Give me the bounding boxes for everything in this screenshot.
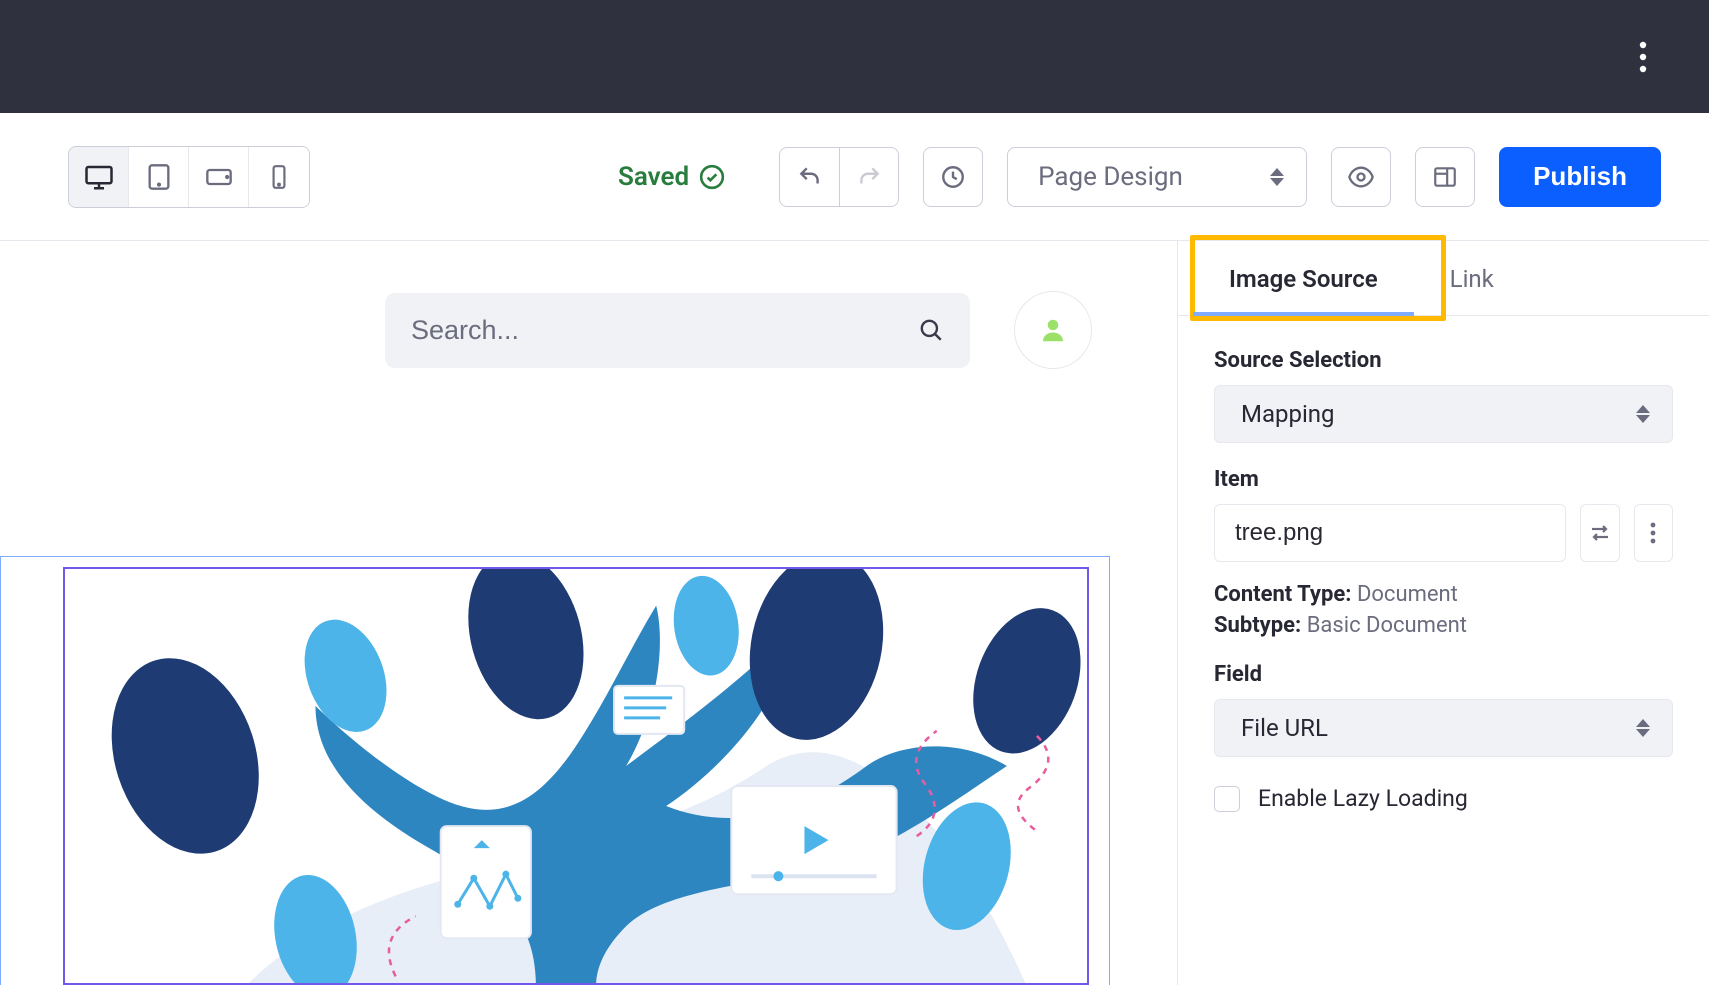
page-design-dropdown[interactable]: Page Design [1007,147,1307,207]
publish-button[interactable]: Publish [1499,147,1661,207]
properties-panel: Image Source Link Source Selection Mappi… [1177,241,1709,985]
eye-icon [1347,163,1375,191]
panel-body: Source Selection Mapping Item [1178,316,1709,812]
content-type-value: Document [1357,582,1458,607]
subtype-value: Basic Document [1307,613,1467,638]
sort-icon [1636,719,1650,737]
redo-icon [856,164,882,190]
image-content [63,567,1089,985]
search-box[interactable] [385,293,970,368]
subtype-label: Subtype: [1214,613,1301,638]
device-switcher [68,146,310,208]
tab-link[interactable]: Link [1414,241,1530,315]
device-mobile-button[interactable] [249,147,309,207]
undo-icon [797,164,823,190]
canvas [0,241,1177,985]
item-more-button[interactable] [1634,504,1674,562]
clock-icon [940,164,966,190]
undo-button[interactable] [779,147,839,207]
main-split: Image Source Link Source Selection Mappi… [0,241,1709,985]
subtype-line: Subtype: Basic Document [1214,613,1673,638]
panel-icon [1432,164,1458,190]
check-circle-icon [699,164,725,190]
field-select[interactable]: File URL [1214,699,1673,757]
app-topbar [0,0,1709,113]
page-design-label: Page Design [1038,162,1183,192]
device-tablet-button[interactable] [129,147,189,207]
field-title: Field [1214,662,1673,687]
item-field: Item [1214,467,1673,562]
undo-redo-group [779,147,899,207]
device-desktop-button[interactable] [69,147,129,207]
field-value: File URL [1241,714,1328,742]
canvas-header-row [385,291,1092,369]
panel-toggle-button[interactable] [1415,147,1475,207]
content-type-line: Content Type: Document [1214,582,1673,607]
swap-icon [1588,521,1612,545]
source-selection-title: Source Selection [1214,348,1673,373]
lazy-loading-label: Enable Lazy Loading [1258,785,1468,812]
source-selection-value: Mapping [1241,400,1335,428]
device-landscape-button[interactable] [189,147,249,207]
preview-button[interactable] [1331,147,1391,207]
panel-tabs: Image Source Link [1178,241,1709,316]
lazy-loading-checkbox[interactable] [1214,786,1240,812]
lazy-loading-row: Enable Lazy Loading [1214,785,1673,812]
item-input[interactable] [1214,504,1566,562]
field-field: Field File URL [1214,662,1673,757]
item-meta: Content Type: Document Subtype: Basic Do… [1214,582,1673,638]
redo-button[interactable] [839,147,899,207]
history-button[interactable] [923,147,983,207]
image-fragment-selection[interactable] [0,556,1110,985]
search-icon [918,317,944,343]
item-title: Item [1214,467,1673,492]
sort-icon [1636,405,1650,423]
tab-image-source[interactable]: Image Source [1193,241,1414,315]
save-status: Saved [618,162,725,192]
tree-illustration [65,569,1087,983]
save-status-label: Saved [618,162,689,192]
user-icon [1038,315,1068,345]
sort-icon [1270,168,1284,186]
source-selection-field: Source Selection Mapping [1214,348,1673,443]
source-selection-select[interactable]: Mapping [1214,385,1673,443]
topbar-more-button[interactable] [1619,33,1667,81]
avatar[interactable] [1014,291,1092,369]
kebab-icon [1650,521,1656,545]
editor-toolbar: Saved Page Design Publish [0,113,1709,241]
search-input[interactable] [411,315,918,346]
content-type-label: Content Type: [1214,582,1351,607]
item-swap-button[interactable] [1580,504,1620,562]
